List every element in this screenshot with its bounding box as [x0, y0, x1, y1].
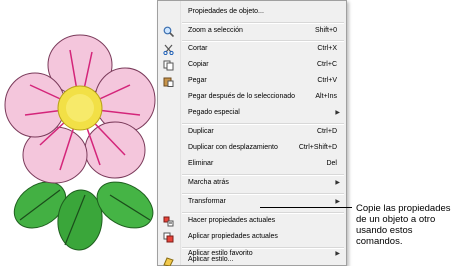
menu-item-label: Pegar: [188, 77, 207, 84]
paste-icon: [163, 77, 174, 87]
menu-item-label: Copiar: [188, 61, 209, 68]
menu-item-label: Duplicar: [188, 128, 214, 135]
make-current-properties-icon: [163, 216, 174, 227]
menu-item-shortcut: Shift+0: [315, 27, 337, 34]
callout-pointer-line: [260, 207, 352, 208]
apply-current-properties-icon: [163, 232, 174, 243]
menu-item-shortcut: Alt+Ins: [315, 93, 337, 100]
menu-item-zoom-seleccion[interactable]: Zoom a selección Shift+0: [159, 23, 345, 40]
apply-style-icon: [163, 257, 174, 266]
context-menu: Propiedades de objeto... Zoom a selecció…: [157, 0, 347, 266]
menu-item-duplicar-desplazamiento[interactable]: Duplicar con desplazamiento Ctrl+Shift+D: [159, 140, 345, 157]
menu-item-label: Aplicar estilo...: [188, 256, 234, 263]
scissors-icon: [163, 44, 174, 55]
menu-item-label: Aplicar propiedades actuales: [188, 233, 278, 240]
menu-item-shortcut: Ctrl+V: [317, 77, 337, 84]
menu-item-label: Pegado especial: [188, 109, 240, 116]
menu-item-pegado-especial[interactable]: Pegado especial ▶: [159, 105, 345, 122]
menu-item-copiar[interactable]: Copiar Ctrl+C: [159, 57, 345, 74]
menu-item-eliminar[interactable]: Eliminar Del: [159, 156, 345, 173]
menu-item-cortar[interactable]: Cortar Ctrl+X: [159, 41, 345, 58]
menu-item-aplicar-propiedades-actuales[interactable]: Aplicar propiedades actuales: [159, 229, 345, 246]
menu-item-label: Hacer propiedades actuales: [188, 217, 276, 224]
menu-item-aplicar-estilo[interactable]: Aplicar estilo...: [159, 256, 345, 266]
menu-item-hacer-propiedades-actuales[interactable]: Hacer propiedades actuales: [159, 213, 345, 230]
menu-item-label: Propiedades de objeto...: [188, 8, 264, 15]
leaves: [13, 181, 154, 251]
menu-item-label: Zoom a selección: [188, 27, 243, 34]
menu-item-label: Pegar después de lo seleccionado: [188, 93, 296, 100]
menu-item-label: Cortar: [188, 45, 208, 52]
menu-item-shortcut: Ctrl+X: [317, 45, 337, 52]
menu-item-label: Marcha atrás: [188, 179, 229, 186]
menu-item-shortcut: Ctrl+Shift+D: [298, 144, 337, 151]
menu-item-label: Eliminar: [188, 160, 214, 167]
menu-item-label: Transformar: [188, 198, 226, 205]
menu-item-shortcut: Del: [326, 160, 337, 167]
zoom-icon: [163, 26, 174, 37]
menu-item-label: Duplicar con desplazamiento: [188, 144, 278, 151]
submenu-arrow-icon: ▶: [335, 110, 340, 116]
menu-item-transformar[interactable]: Transformar ▶: [159, 194, 345, 211]
flower-embroidery-image: [4, 34, 156, 251]
menu-item-pegar[interactable]: Pegar Ctrl+V: [159, 73, 345, 90]
menu-item-duplicar[interactable]: Duplicar Ctrl+D: [159, 124, 345, 141]
menu-item-propiedades-objeto[interactable]: Propiedades de objeto...: [159, 4, 345, 21]
copy-icon: [163, 60, 174, 71]
menu-item-pegar-despues[interactable]: Pegar después de lo seleccionado Alt+Ins: [159, 89, 345, 106]
submenu-arrow-icon: ▶: [335, 180, 340, 186]
submenu-arrow-icon: ▶: [335, 199, 340, 205]
menu-item-shortcut: Ctrl+D: [316, 128, 337, 135]
menu-item-marcha-atras[interactable]: Marcha atrás ▶: [159, 175, 345, 192]
menu-item-shortcut: Ctrl+C: [316, 61, 337, 68]
callout-text: Copie las propiedades de un objeto a otr…: [356, 203, 451, 247]
